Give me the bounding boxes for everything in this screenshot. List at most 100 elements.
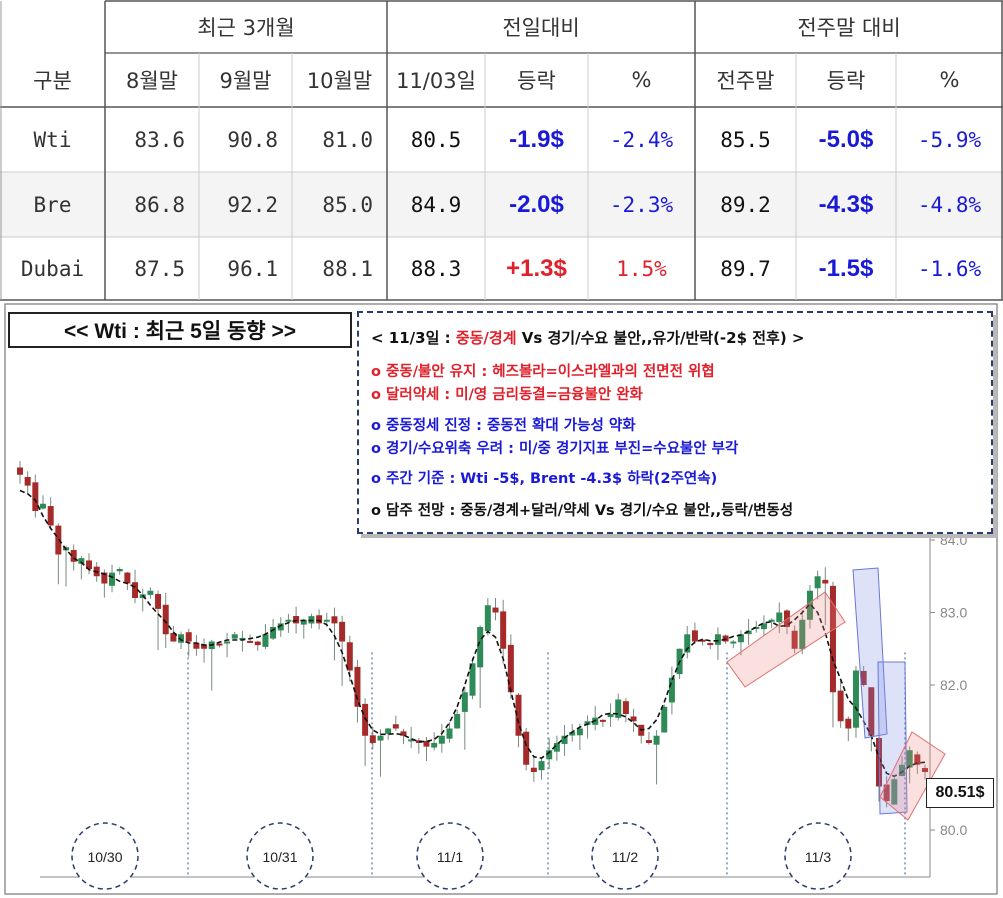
table-cell: -4.8% [917,192,982,217]
candle-body [55,525,62,555]
column-header: 등락 [517,69,556,93]
chart-title: << Wti : 최근 5일 동향 >> [8,312,352,348]
candle-body [845,718,852,729]
candle-body [668,677,675,703]
candle-body [392,724,399,729]
candle-body [339,621,346,642]
column-header: 등락 [826,69,866,93]
candle-body [446,728,453,739]
column-header: 8월말 [125,69,178,93]
candle-body [293,616,300,624]
candle-body [32,482,39,511]
table-cell: Bre [33,192,72,217]
table-cell: 89.7 [720,256,771,281]
candle-body [24,476,31,486]
candle-body [530,767,537,772]
candle-body [262,634,269,647]
candle-body [576,728,583,736]
candle-body [492,607,499,613]
candle-body [500,611,507,649]
candle-body [116,569,123,572]
group-header-recent: 최근 3개월 [197,15,295,40]
table-cell: Dubai [20,256,85,281]
candle-body [431,743,438,748]
candle-body [285,619,292,622]
table-cell: -1.5$ [818,254,874,282]
table-cell: 1.5% [616,256,667,281]
day-label: 11/1 [437,849,463,865]
candle-body [714,634,721,645]
table-cell: 88.3 [410,256,462,281]
candle-body [852,670,859,728]
news-headline-prefix: < 11/3일 : [371,329,456,347]
y-tick-label: 80.0 [940,822,967,838]
candle-body [661,706,668,733]
candle-body [17,467,23,475]
table-cell: 84.9 [410,192,462,217]
candle-body [438,735,445,744]
candle-body [691,630,698,642]
table-cell: Wti [33,127,72,152]
table-cell: -2.0$ [509,190,564,218]
candle-body [47,506,54,526]
candle-body [270,627,277,639]
news-line: o 달러약세 : 미/영 금리동결=금융불안 완화 [371,387,643,403]
candle-body [477,627,484,668]
table-cell: 81.0 [322,127,373,152]
table-cell: 80.5 [410,127,462,152]
y-tick-label: 83.0 [940,605,967,621]
news-headline: < 11/3일 : 중동/경계 Vs 경기/수요 불안,,유가/반락(-2$ 전… [371,327,805,348]
y-tick-label: 82.0 [940,677,967,693]
candle-body [155,593,162,609]
news-line: o 주간 기준 : Wti -5$, Brent -4.3$ 하락(2주연속) [371,471,718,487]
candle-body [484,605,491,632]
column-header: 9월말 [219,69,272,93]
candle-body [216,643,223,646]
candle-body [124,572,131,584]
day-label: 11/2 [612,849,638,865]
news-headline-red: 중동/경계 [455,329,517,347]
table-cell: -5.0$ [818,125,874,153]
y-tick-label: 84.0 [940,532,967,548]
candle-body [730,641,737,644]
candle-body [622,701,629,714]
candle-body [814,576,821,589]
group-header-weekly: 전주말 대비 [797,15,901,40]
candle-body [653,735,660,745]
candle-body [776,612,783,623]
price-table: 최근 3개월 전일대비 전주말 대비 구분 8월말 9월말 10월말 11/03일 등락% 전주말… [0,0,1003,300]
news-line: o 중동/불안 유지 : 헤즈볼라=이스라엘과의 전면전 위협 [371,364,715,380]
table-cell: 89.2 [720,192,771,217]
candle-body [461,692,468,712]
news-line: o 경기/수요위축 우려 : 미/중 경기지표 부진=수요불안 부각 [371,441,739,457]
candle-body [507,644,514,693]
candle-body [377,735,384,741]
candle-body [323,619,330,622]
table-cell: 88.1 [322,256,373,281]
candle-body [354,666,361,707]
last-price-label: 80.51$ [926,778,994,808]
candle-body [385,728,392,734]
table-cell: 92.2 [227,192,278,217]
table-cell: -2.4% [609,127,674,152]
candle-body [224,641,231,644]
day-label: 10/30 [87,849,122,865]
table-cell: 85.5 [720,127,771,152]
day-label: 11/3 [805,849,831,865]
table-cell: 96.1 [227,256,278,281]
news-line: o 중동정세 진정 : 중동전 확대 가능성 약화 [371,418,636,434]
table-cell: -4.3$ [818,190,874,218]
candle-body [346,642,353,671]
candle-body [40,503,47,509]
table-cell: 83.6 [134,127,185,152]
candle-body [645,740,652,743]
candle-body [454,714,461,729]
table-cell: 85.0 [322,192,373,217]
column-header: % [939,68,960,92]
candle-body [538,761,545,771]
table-cell: -1.6% [917,256,982,281]
news-summary-box: < 11/3일 : 중동/경계 Vs 경기/수요 불안,,유가/반락(-2$ 전… [357,311,993,534]
column-header: 11/03일 [396,69,476,93]
table-cell: 90.8 [227,127,278,152]
table-cell: 87.5 [134,256,185,281]
